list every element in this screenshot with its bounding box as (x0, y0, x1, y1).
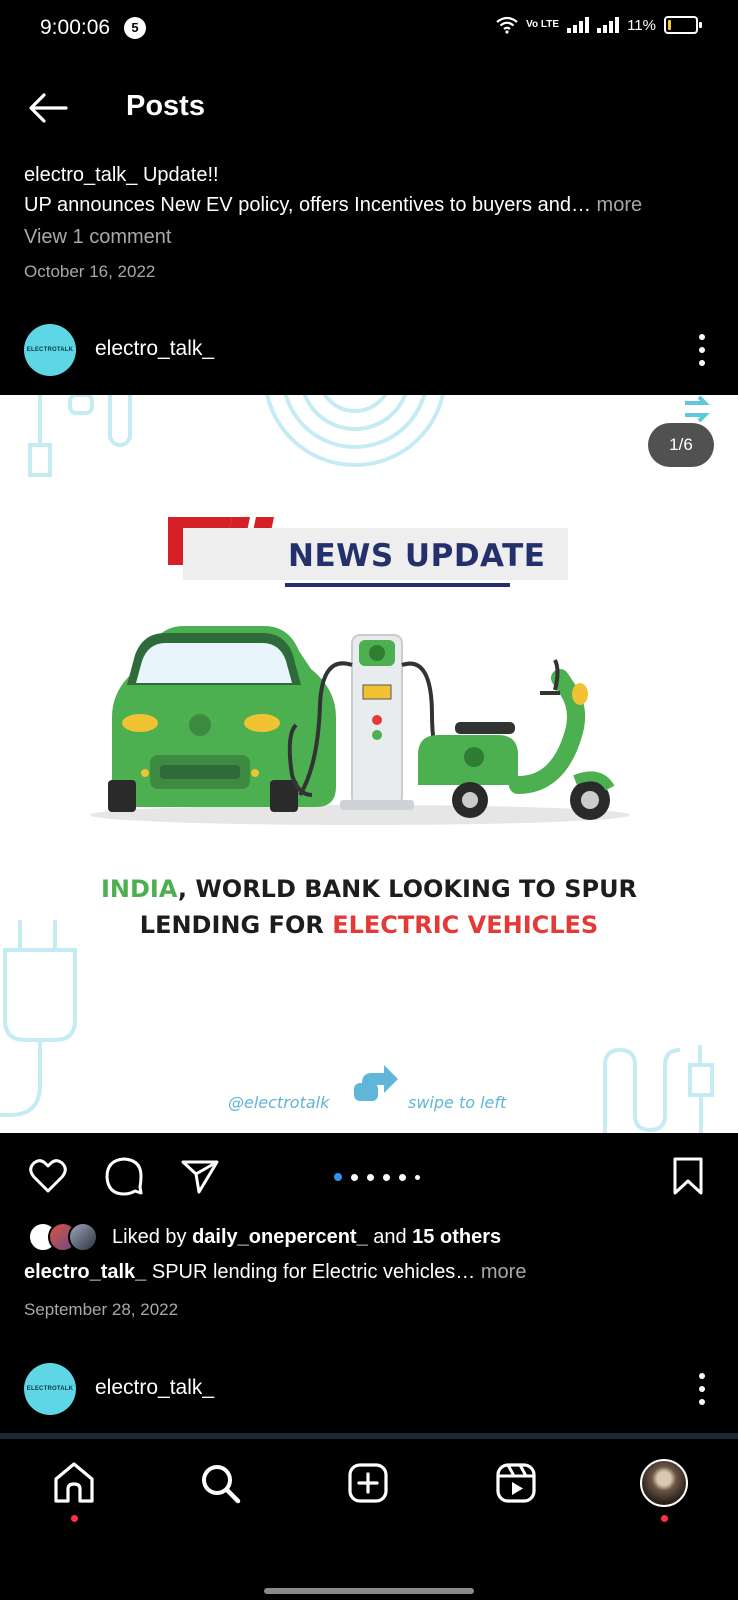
post-caption[interactable]: electro_talk_ SPUR lending for Electric … (24, 1261, 526, 1284)
post-actions (0, 1150, 738, 1204)
home-notification-dot (71, 1515, 78, 1522)
status-time: 9:00:06 (40, 16, 111, 39)
likes-text: Liked by daily_onepercent_ and 15 others (112, 1225, 502, 1248)
home-indicator[interactable] (264, 1588, 474, 1594)
carousel-dot (399, 1173, 406, 1181)
banner-title: NEWS UPDATE (288, 538, 546, 574)
carousel-dot (351, 1173, 358, 1181)
footer-swipe-text: swipe to left (408, 1093, 507, 1112)
previous-post-caption[interactable]: electro_talk_ Update!! UP announces New … (24, 160, 714, 220)
signal-icon-sim2 (597, 17, 620, 33)
heart-icon[interactable] (26, 1154, 70, 1198)
liker-avatar (68, 1222, 98, 1252)
wifi-icon (496, 16, 518, 34)
arrow-left-icon[interactable] (24, 88, 72, 128)
headline-line1: INDIA, WORLD BANK LOOKING TO SPUR (100, 875, 638, 903)
post-date: October 16, 2022 (24, 262, 156, 281)
more-options-icon[interactable] (696, 1373, 708, 1405)
post-date: September 28, 2022 (24, 1300, 179, 1319)
next-post-header: ELECTROTALK electro_talk_ (0, 1355, 738, 1425)
carousel-dots (334, 1173, 420, 1181)
caption-text: SPUR lending for Electric vehicles… (146, 1261, 476, 1283)
home-icon[interactable] (50, 1459, 98, 1507)
more-link[interactable]: more (597, 194, 643, 216)
swipe-hand-icon (354, 1065, 398, 1101)
caption-line1: Update!! (142, 164, 219, 186)
view-comments-link[interactable]: View 1 comment (24, 226, 171, 249)
comment-icon[interactable] (102, 1154, 146, 1198)
avatar[interactable]: ELECTROTALK (24, 1363, 76, 1415)
carousel-counter: 1/6 (648, 423, 714, 467)
ev-car-illustration (108, 626, 336, 812)
headline-line2: LENDING FOR ELECTRIC VEHICLES (139, 911, 599, 939)
avatar[interactable]: ELECTROTALK (24, 324, 76, 376)
post-image[interactable]: 1/6 NEWS UPDATE INDIA, WORLD BANK LOOKIN… (0, 395, 738, 1133)
avatar-logo-text: ELECTROTALK (26, 1386, 74, 1392)
profile-tab[interactable] (640, 1459, 688, 1507)
more-link[interactable]: more (481, 1261, 527, 1283)
carousel-dot (415, 1174, 420, 1180)
page-title: Posts (126, 90, 205, 122)
battery-icon (664, 16, 702, 34)
avatar-logo-text: ELECTROTALK (26, 347, 74, 353)
profile-notification-dot (661, 1515, 668, 1522)
volte-label: Vo LTE (526, 19, 560, 30)
ev-scooter-illustration (418, 659, 615, 820)
profile-avatar (640, 1459, 688, 1507)
post-username[interactable]: electro_talk_ (95, 337, 214, 361)
status-bar: 9:00:06 5 Vo LTE 11% (0, 0, 738, 58)
carousel-dot (383, 1173, 390, 1181)
post-image-artwork (0, 395, 714, 1133)
caption-username[interactable]: electro_talk_ (24, 164, 137, 186)
battery-percent: 11% (627, 16, 656, 34)
notification-count-badge: 5 (124, 17, 146, 39)
send-icon[interactable] (178, 1154, 222, 1198)
top-header: Posts (0, 80, 738, 134)
likes-summary[interactable]: Liked by daily_onepercent_ and 15 others (28, 1219, 501, 1255)
battery-fill (668, 20, 671, 30)
search-icon[interactable] (196, 1459, 244, 1507)
bottom-navigation (0, 1439, 738, 1539)
signal-icon (567, 17, 590, 33)
post-username[interactable]: electro_talk_ (95, 1376, 214, 1400)
footer-handle: @electrotalk (228, 1093, 330, 1112)
reels-icon[interactable] (492, 1459, 540, 1507)
bookmark-icon[interactable] (666, 1154, 710, 1198)
caption-line2: UP announces New EV policy, offers Incen… (24, 194, 591, 216)
carousel-dot (334, 1173, 342, 1181)
more-options-icon[interactable] (696, 334, 708, 366)
plus-square-icon[interactable] (344, 1459, 392, 1507)
caption-username[interactable]: electro_talk_ (24, 1261, 146, 1283)
post-header: ELECTROTALK electro_talk_ (0, 316, 738, 386)
carousel-dot (367, 1173, 374, 1181)
status-icons: Vo LTE 11% (496, 16, 702, 34)
